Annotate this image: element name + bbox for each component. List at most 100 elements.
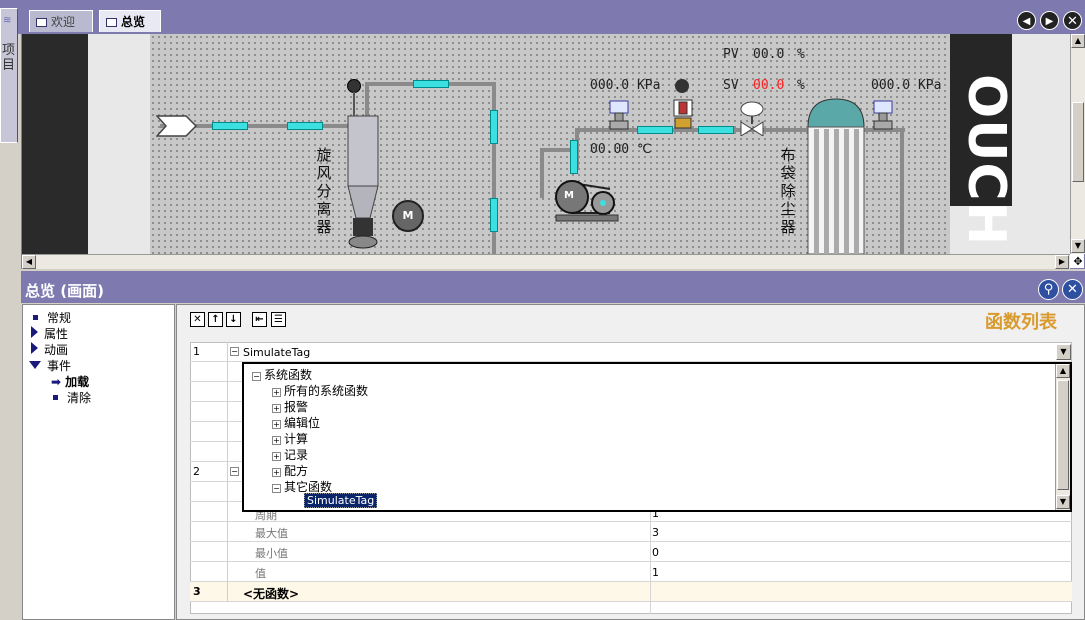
pan-icon[interactable]: ✥ [1071,255,1085,269]
properties-title-bar [21,277,1085,303]
tree-label: 常规 [47,311,72,325]
function-name[interactable]: SimulateTag [243,346,310,359]
table-row[interactable] [190,522,1072,542]
collapse-icon[interactable]: − [230,347,239,356]
pressure-transmitter-icon [873,100,893,130]
dropdown-item[interactable]: + 计算 [272,430,308,447]
expand-icon[interactable]: + [272,468,281,477]
tab-welcome[interactable]: 欢迎 [29,10,93,32]
delete-icon[interactable]: ✕ [190,312,205,327]
pv-label: PV [723,47,739,62]
project-side-tab[interactable]: ≋ 项目 [0,8,18,143]
tree-item-general[interactable]: 常规 [33,309,71,326]
expand-arrow-icon[interactable] [31,342,38,354]
expand-arrow-icon[interactable] [31,326,38,338]
collapse-icon[interactable]: − [272,484,281,493]
flow-arrow-icon [287,122,323,130]
param-value[interactable]: 3 [652,526,659,539]
dropdown-item-label: 其它函数 [284,480,333,494]
dropdown-item-label: 报警 [284,400,309,414]
project-icon: ≋ [3,15,12,26]
dropdown-scrollbar[interactable]: ▲ ▼ [1055,364,1070,510]
bag-filter-icon [807,98,865,254]
control-valve-icon [673,99,693,129]
function-dropdown[interactable]: − 系统函数 + 所有的系统函数 + 报警 + 编辑位 + 计算 + 记录 + 配方 − 其它函… [242,362,1072,512]
row-number: 3 [190,582,228,602]
dropdown-item[interactable]: + 编辑位 [272,414,320,431]
table-row[interactable] [190,542,1072,562]
table-row[interactable] [190,342,1072,362]
scroll-thumb[interactable] [1072,102,1084,182]
move-down-icon[interactable]: ↓ [226,312,241,327]
scroll-left-icon[interactable]: ◀ [22,255,36,269]
pin-icon[interactable]: ⚲ [1038,279,1059,300]
canvas-vertical-scrollbar[interactable]: ▲ ▼ [1070,34,1085,254]
baghouse-label: 布袋除尘器 [780,146,796,236]
dropdown-item-label: 所有的系统函数 [284,384,369,398]
expand-icon[interactable]: + [272,404,281,413]
valve-icon [740,101,764,136]
table-row[interactable] [190,582,1072,602]
sensor-dot-icon [347,79,361,93]
tree-item-properties[interactable]: 属性 [31,325,68,342]
outdent-icon[interactable]: ⇤ [252,312,267,327]
column-divider [650,502,651,614]
inlet-nozzle-icon [156,115,198,137]
tree-label: 加载 [65,375,90,389]
dropdown-item[interactable]: + 报警 [272,398,308,415]
arrow-right-icon: ➡ [51,375,62,389]
cyclone-separator-icon [347,115,379,249]
scroll-down-icon[interactable]: ▼ [1071,239,1085,253]
pressure-left-readout: 000.0 KPa [590,78,661,93]
tab-overview-label: 总览 [121,15,146,29]
dropdown-arrow-icon[interactable]: ▼ [1056,344,1071,360]
param-value[interactable]: 0 [652,546,659,559]
dropdown-item[interactable]: + 记录 [272,446,308,463]
expand-icon[interactable]: + [272,436,281,445]
nav-forward-icon[interactable]: ▶ [1040,11,1059,30]
expand-icon[interactable]: + [272,452,281,461]
dropdown-root[interactable]: − 系统函数 [252,366,312,383]
tree-item-events[interactable]: 事件 [29,357,71,374]
scroll-thumb[interactable] [1057,380,1069,490]
scroll-right-icon[interactable]: ▶ [1055,255,1069,269]
flow-arrow-icon [570,140,578,174]
property-tree: 常规 属性 动画 事件 ➡ 加载 清除 [22,304,175,620]
window-icon [36,18,47,27]
expand-icon[interactable]: + [272,388,281,397]
flow-arrow-icon [698,126,734,134]
list-icon[interactable]: ☰ [271,312,286,327]
flow-arrow-icon [637,126,673,134]
dropdown-item[interactable]: + 所有的系统函数 [272,382,368,399]
param-name: 最大值 [255,527,288,540]
dropdown-item[interactable]: + 配方 [272,462,308,479]
param-value[interactable]: 1 [652,566,659,579]
scroll-up-icon[interactable]: ▲ [1056,364,1070,378]
collapse-arrow-icon[interactable] [29,361,41,369]
dropdown-root-label: 系统函数 [264,368,313,382]
tree-item-animation[interactable]: 动画 [31,341,68,358]
nav-back-icon[interactable]: ◀ [1017,11,1036,30]
right-pipe [900,128,904,254]
tree-item-loaded[interactable]: ➡ 加载 [51,373,89,390]
tree-item-cleared[interactable]: 清除 [53,389,91,406]
belt-motor-icon [555,180,619,222]
move-up-icon[interactable]: ↑ [208,312,223,327]
close-icon[interactable]: ✕ [1063,11,1082,30]
canvas-horizontal-scrollbar[interactable]: ◀ ▶ [22,254,1070,269]
dropdown-selected-item[interactable]: SimulateTag [304,493,378,508]
expand-icon[interactable]: + [272,420,281,429]
function-name[interactable]: <无函数> [243,585,299,602]
sensor-stem [353,92,355,116]
scroll-up-icon[interactable]: ▲ [1071,34,1085,48]
tab-overview[interactable]: 总览 [99,10,161,32]
close-panel-icon[interactable]: ✕ [1062,279,1083,300]
motor-pipe [540,148,544,198]
collapse-icon[interactable]: − [252,372,261,381]
flow-arrow-icon [490,110,498,144]
top-tab-bar [0,0,1085,34]
table-row[interactable] [190,562,1072,582]
collapse-icon[interactable]: − [230,467,239,476]
window-icon [106,18,117,27]
scroll-down-icon[interactable]: ▼ [1056,495,1070,509]
